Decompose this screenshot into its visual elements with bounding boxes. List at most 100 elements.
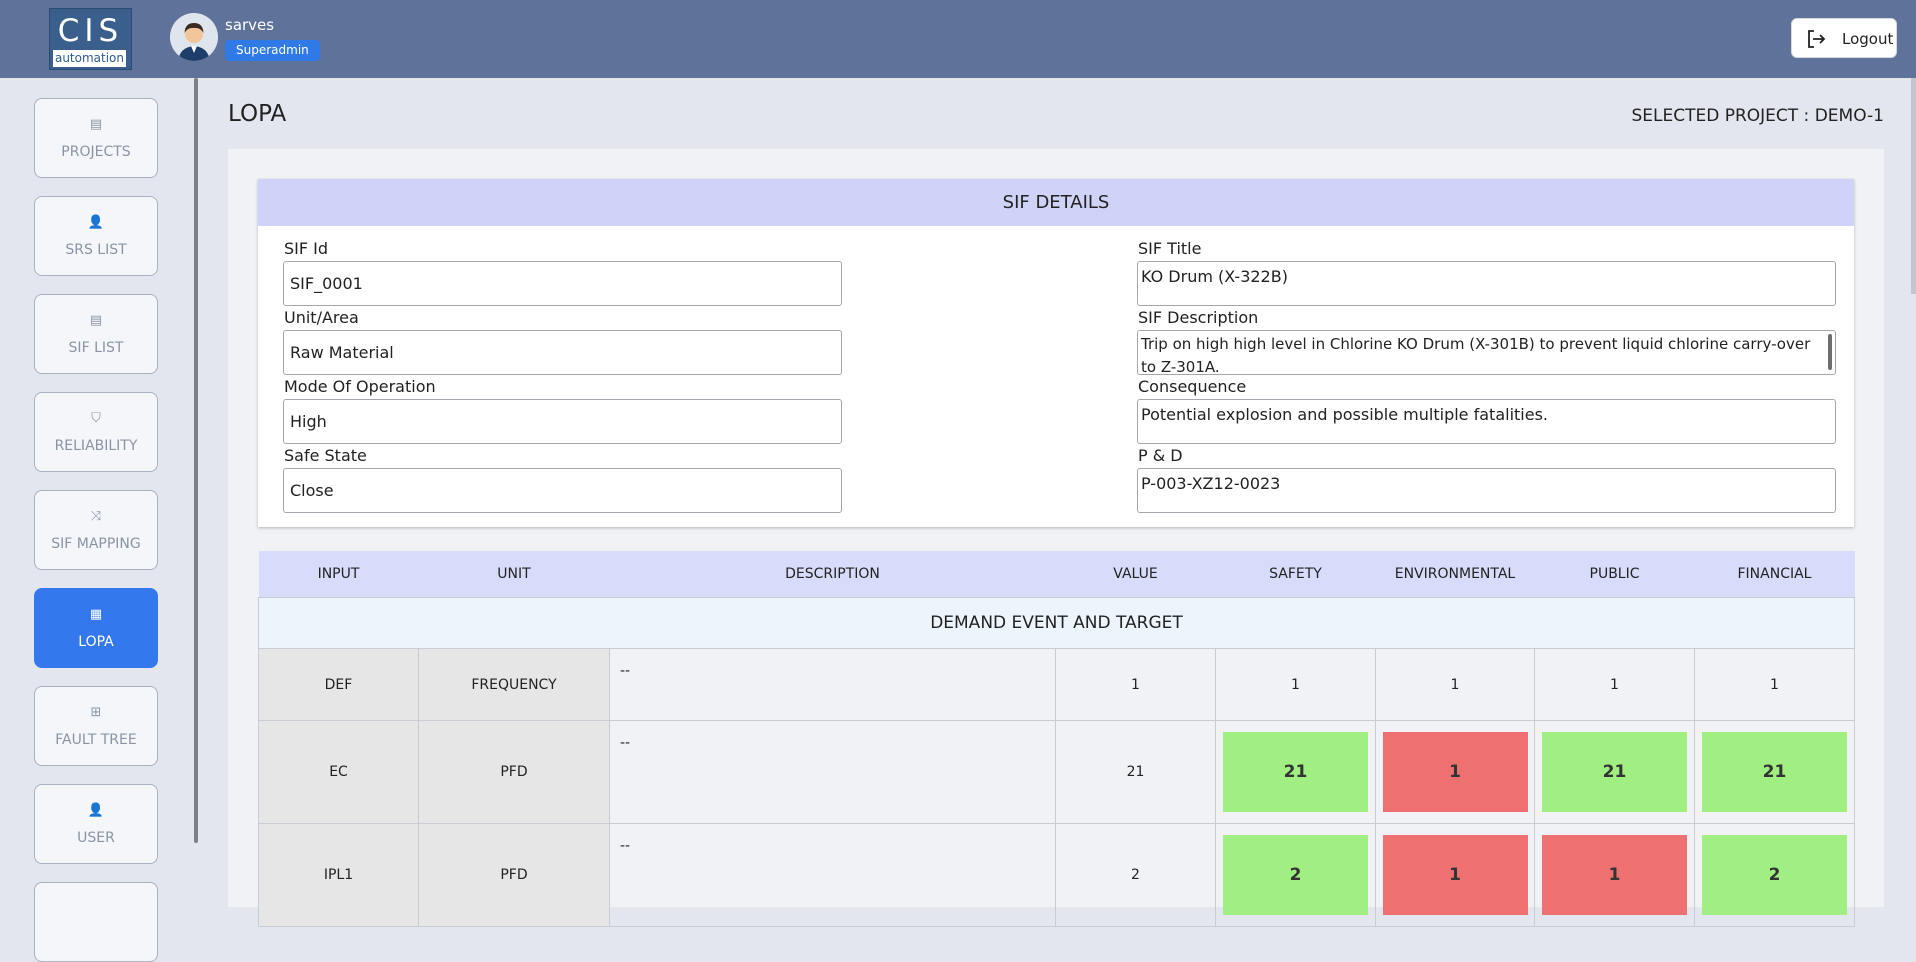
column-header-description: DESCRIPTION xyxy=(609,551,1056,598)
sidebar-item-more[interactable] xyxy=(34,882,158,962)
unit-area-label: Unit/Area xyxy=(284,308,359,327)
sidebar-item-label: RELIABILITY xyxy=(54,438,138,454)
list-icon: ▤ xyxy=(89,313,103,328)
mode-of-operation-field[interactable]: High xyxy=(283,399,842,444)
sif-details-panel: SIF DETAILS SIF Id SIF_0001 Unit/Area Ra… xyxy=(258,179,1854,527)
status-cell-fail: 1 xyxy=(1542,835,1687,915)
row-financial-cell: 21 xyxy=(1694,720,1855,824)
logo-subtext: automation xyxy=(53,50,126,67)
page-scrollbar[interactable] xyxy=(1911,78,1916,294)
role-badge: Superadmin xyxy=(225,40,320,61)
sidebar-item-sif-list[interactable]: ▤ SIF LIST xyxy=(34,294,158,374)
row-safety-cell: 2 xyxy=(1215,823,1376,927)
row-value[interactable]: 21 xyxy=(1055,720,1216,824)
sidebar-item-user[interactable]: 👤 USER xyxy=(34,784,158,864)
sif-description-textarea[interactable]: Trip on high high level in Chlorine KO D… xyxy=(1137,330,1836,375)
sidebar-item-reliability[interactable]: ⛉ RELIABILITY xyxy=(34,392,158,472)
status-cell-pass: 21 xyxy=(1702,732,1847,812)
sif-description-text: Trip on high high level in Chlorine KO D… xyxy=(1141,335,1811,375)
sidebar-item-fault-tree[interactable]: ⊞ FAULT TREE xyxy=(34,686,158,766)
sidebar-item-label: SIF LIST xyxy=(68,340,124,356)
row-input: IPL1 xyxy=(258,823,419,927)
user-avatar-icon xyxy=(170,13,218,61)
row-input: DEF xyxy=(258,648,419,721)
shuffle-icon: ⤨ xyxy=(90,509,102,524)
row-description[interactable]: -- xyxy=(609,823,1056,927)
lopa-table: INPUT UNIT DESCRIPTION VALUE SAFETY ENVI… xyxy=(258,551,1855,927)
list-icon: ▤ xyxy=(89,117,103,132)
sidebar-item-label: SIF MAPPING xyxy=(51,536,141,552)
sidebar-item-srs-list[interactable]: 👤 SRS LIST xyxy=(34,196,158,276)
logout-button[interactable]: Logout xyxy=(1791,18,1897,58)
page-title: LOPA xyxy=(228,101,287,127)
avatar[interactable] xyxy=(170,13,218,61)
logout-label: Logout xyxy=(1842,30,1894,48)
sidebar-item-label: FAULT TREE xyxy=(55,732,137,748)
section-row: DEMAND EVENT AND TARGET xyxy=(258,597,1855,649)
consequence-field[interactable]: Potential explosion and possible multipl… xyxy=(1137,399,1836,444)
shield-check-icon: ⛉ xyxy=(91,411,101,426)
grid-icon: ▦ xyxy=(89,607,103,622)
row-environmental-cell: 1 xyxy=(1375,823,1535,927)
section-title: DEMAND EVENT AND TARGET xyxy=(258,597,1855,649)
sidebar-item-label: PROJECTS xyxy=(61,144,131,160)
sidebar-item-label: SRS LIST xyxy=(65,242,127,258)
sidebar: ▤ PROJECTS 👤 SRS LIST ▤ SIF LIST ⛉ RELIA… xyxy=(0,78,200,962)
sidebar-item-label: LOPA xyxy=(78,634,114,650)
column-header-value: VALUE xyxy=(1055,551,1216,598)
cis-automation-logo[interactable]: CIS automation xyxy=(49,8,132,70)
row-unit: PFD xyxy=(418,720,610,824)
table-row: IPL1 PFD -- 2 2 1 1 2 xyxy=(258,823,1855,927)
column-header-unit: UNIT xyxy=(418,551,610,598)
logout-icon xyxy=(1808,30,1826,48)
safe-state-field[interactable]: Close xyxy=(283,468,842,513)
sif-id-field[interactable]: SIF_0001 xyxy=(283,261,842,306)
sidebar-item-projects[interactable]: ▤ PROJECTS xyxy=(34,98,158,178)
row-safety: 1 xyxy=(1215,648,1376,721)
column-header-environmental: ENVIRONMENTAL xyxy=(1375,551,1535,598)
row-value[interactable]: 1 xyxy=(1055,648,1216,721)
row-financial-cell: 2 xyxy=(1694,823,1855,927)
textarea-scrollbar[interactable] xyxy=(1828,334,1832,370)
row-description[interactable]: -- xyxy=(609,720,1056,824)
row-description[interactable]: -- xyxy=(609,648,1056,721)
sidebar-item-lopa[interactable]: ▦ LOPA xyxy=(34,588,158,668)
sif-title-field[interactable]: KO Drum (X-322B) xyxy=(1137,261,1836,306)
top-header: CIS automation sarves Superadmin Logout xyxy=(0,0,1916,78)
table-row: DEF FREQUENCY -- 1 1 1 1 1 xyxy=(258,648,1855,721)
status-cell-pass: 2 xyxy=(1223,835,1368,915)
row-input: EC xyxy=(258,720,419,824)
status-cell-pass: 21 xyxy=(1542,732,1687,812)
selected-project: SELECTED PROJECT : DEMO-1 xyxy=(1631,106,1884,126)
status-cell-fail: 1 xyxy=(1382,835,1528,915)
sif-details-heading: SIF DETAILS xyxy=(258,179,1854,226)
row-environmental: 1 xyxy=(1375,648,1535,721)
sidebar-scrollbar[interactable] xyxy=(194,78,198,843)
status-cell-pass: 2 xyxy=(1702,835,1847,915)
hierarchy-icon: ⊞ xyxy=(90,705,102,720)
column-header-input: INPUT xyxy=(258,551,419,598)
row-financial: 1 xyxy=(1694,648,1855,721)
logo-text: CIS xyxy=(57,13,124,49)
pid-label: P & D xyxy=(1138,446,1183,465)
row-public-cell: 1 xyxy=(1534,823,1695,927)
sif-description-label: SIF Description xyxy=(1138,308,1259,327)
username: sarves xyxy=(225,16,275,34)
column-header-public: PUBLIC xyxy=(1534,551,1695,598)
user-add-icon: 👤 xyxy=(87,803,105,818)
consequence-label: Consequence xyxy=(1138,377,1247,396)
sidebar-item-label: USER xyxy=(77,830,115,846)
table-row: EC PFD -- 21 21 1 21 21 xyxy=(258,720,1855,824)
sif-title-label: SIF Title xyxy=(1138,239,1202,258)
unit-area-field[interactable]: Raw Material xyxy=(283,330,842,375)
sidebar-item-sif-mapping[interactable]: ⤨ SIF MAPPING xyxy=(34,490,158,570)
table-header-row: INPUT UNIT DESCRIPTION VALUE SAFETY ENVI… xyxy=(258,551,1855,598)
users-list-icon: 👤 xyxy=(87,215,105,230)
row-value[interactable]: 2 xyxy=(1055,823,1216,927)
row-public-cell: 21 xyxy=(1534,720,1695,824)
column-header-safety: SAFETY xyxy=(1215,551,1376,598)
mode-of-operation-label: Mode Of Operation xyxy=(284,377,436,396)
safe-state-label: Safe State xyxy=(284,446,367,465)
pid-field[interactable]: P-003-XZ12-0023 xyxy=(1137,468,1836,513)
status-cell-pass: 21 xyxy=(1223,732,1368,812)
